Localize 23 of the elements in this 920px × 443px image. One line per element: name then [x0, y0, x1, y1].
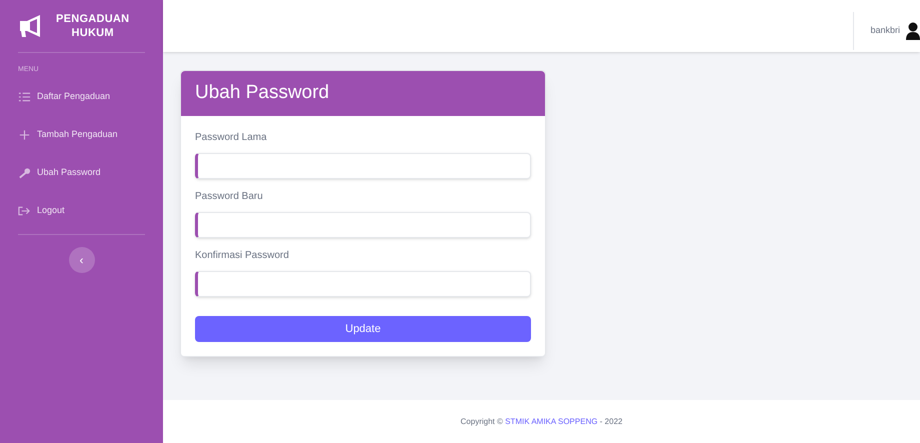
- sidebar-item[interactable]: Daftar Pengaduan: [18, 78, 145, 116]
- footer-link[interactable]: STMIK AMIKA SOPPENG: [505, 416, 598, 426]
- username[interactable]: bankbri: [870, 24, 900, 38]
- user-icon[interactable]: [906, 22, 920, 40]
- list-icon: [18, 90, 31, 102]
- field-label: Password Lama: [195, 131, 267, 145]
- field-label: Konfirmasi Password: [195, 249, 289, 263]
- key-icon: [18, 166, 31, 178]
- card-title: Ubah Password: [195, 81, 330, 106]
- sidebar-item[interactable]: Ubah Password: [18, 154, 145, 192]
- copyright-text: Copyright © STMIK AMIKA SOPPENG - 2022: [460, 416, 622, 428]
- sidebar-toggle-button[interactable]: ‹: [68, 246, 94, 272]
- plus-icon: [18, 128, 31, 140]
- update-button[interactable]: Update: [195, 316, 531, 342]
- password-field[interactable]: [195, 271, 531, 297]
- field-label: Password Baru: [195, 190, 263, 204]
- sidebar-item[interactable]: Tambah Pengaduan: [18, 116, 145, 154]
- logout-icon: [18, 204, 31, 216]
- brand-name: HUKUM: [70, 26, 115, 40]
- sidebar-item[interactable]: Logout: [18, 192, 145, 230]
- brand-name: PENGADUAN: [56, 12, 130, 26]
- password-field[interactable]: [195, 212, 531, 238]
- password-field[interactable]: [195, 153, 531, 179]
